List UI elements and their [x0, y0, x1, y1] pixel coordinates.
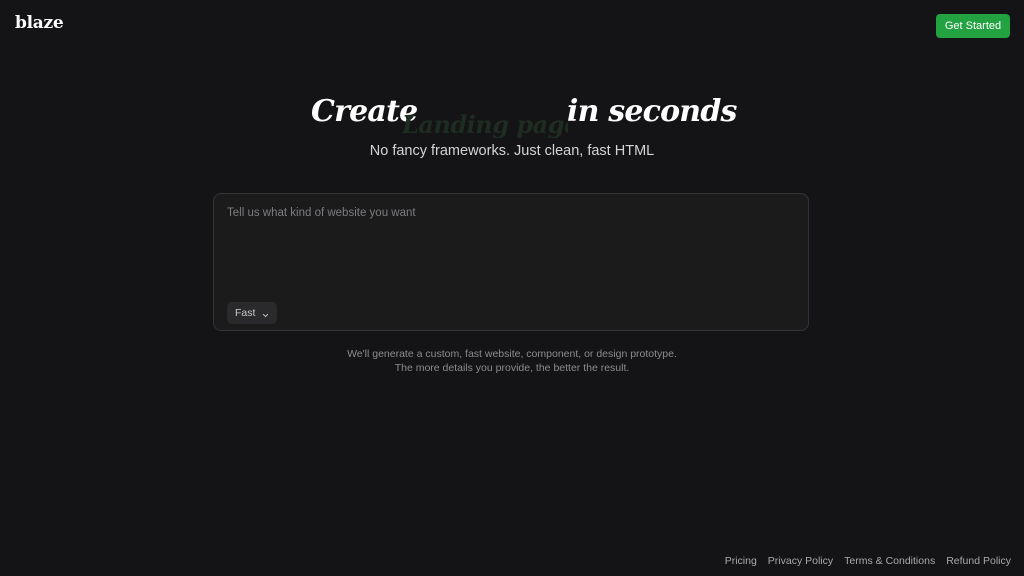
model-mode-label: Fast	[235, 307, 256, 319]
footer-links: Pricing Privacy Policy Terms & Condition…	[725, 555, 1011, 567]
blaze-logo[interactable]: blaze	[15, 13, 64, 33]
hero-title-word-in-seconds: in seconds	[567, 94, 737, 129]
website-description-input[interactable]	[227, 207, 797, 289]
helper-text-line-2: The more details you provide, the better…	[394, 361, 630, 374]
hero-subtitle: No fancy frameworks. Just clean, fast HT…	[369, 143, 655, 159]
chevron-down-icon	[262, 310, 269, 317]
helper-text-line-1: We'll generate a custom, fast website, c…	[347, 348, 677, 360]
helper-text: We'll generate a custom, fast website, c…	[0, 348, 1024, 375]
model-mode-select[interactable]: Fast	[227, 302, 277, 324]
landing-page: blaze Get Started Create Landing pages i…	[0, 0, 1024, 576]
prompt-box: Fast	[213, 193, 809, 331]
footer-link-privacy-policy[interactable]: Privacy Policy	[768, 555, 833, 567]
footer-link-refund-policy[interactable]: Refund Policy	[946, 555, 1011, 567]
footer-link-pricing[interactable]: Pricing	[725, 555, 757, 567]
footer-link-terms-conditions[interactable]: Terms & Conditions	[844, 555, 935, 567]
hero-title-rotating-word: Landing pages	[402, 110, 568, 138]
get-started-button[interactable]: Get Started	[936, 14, 1010, 38]
hero-title: Create Landing pages in seconds	[0, 92, 1024, 138]
